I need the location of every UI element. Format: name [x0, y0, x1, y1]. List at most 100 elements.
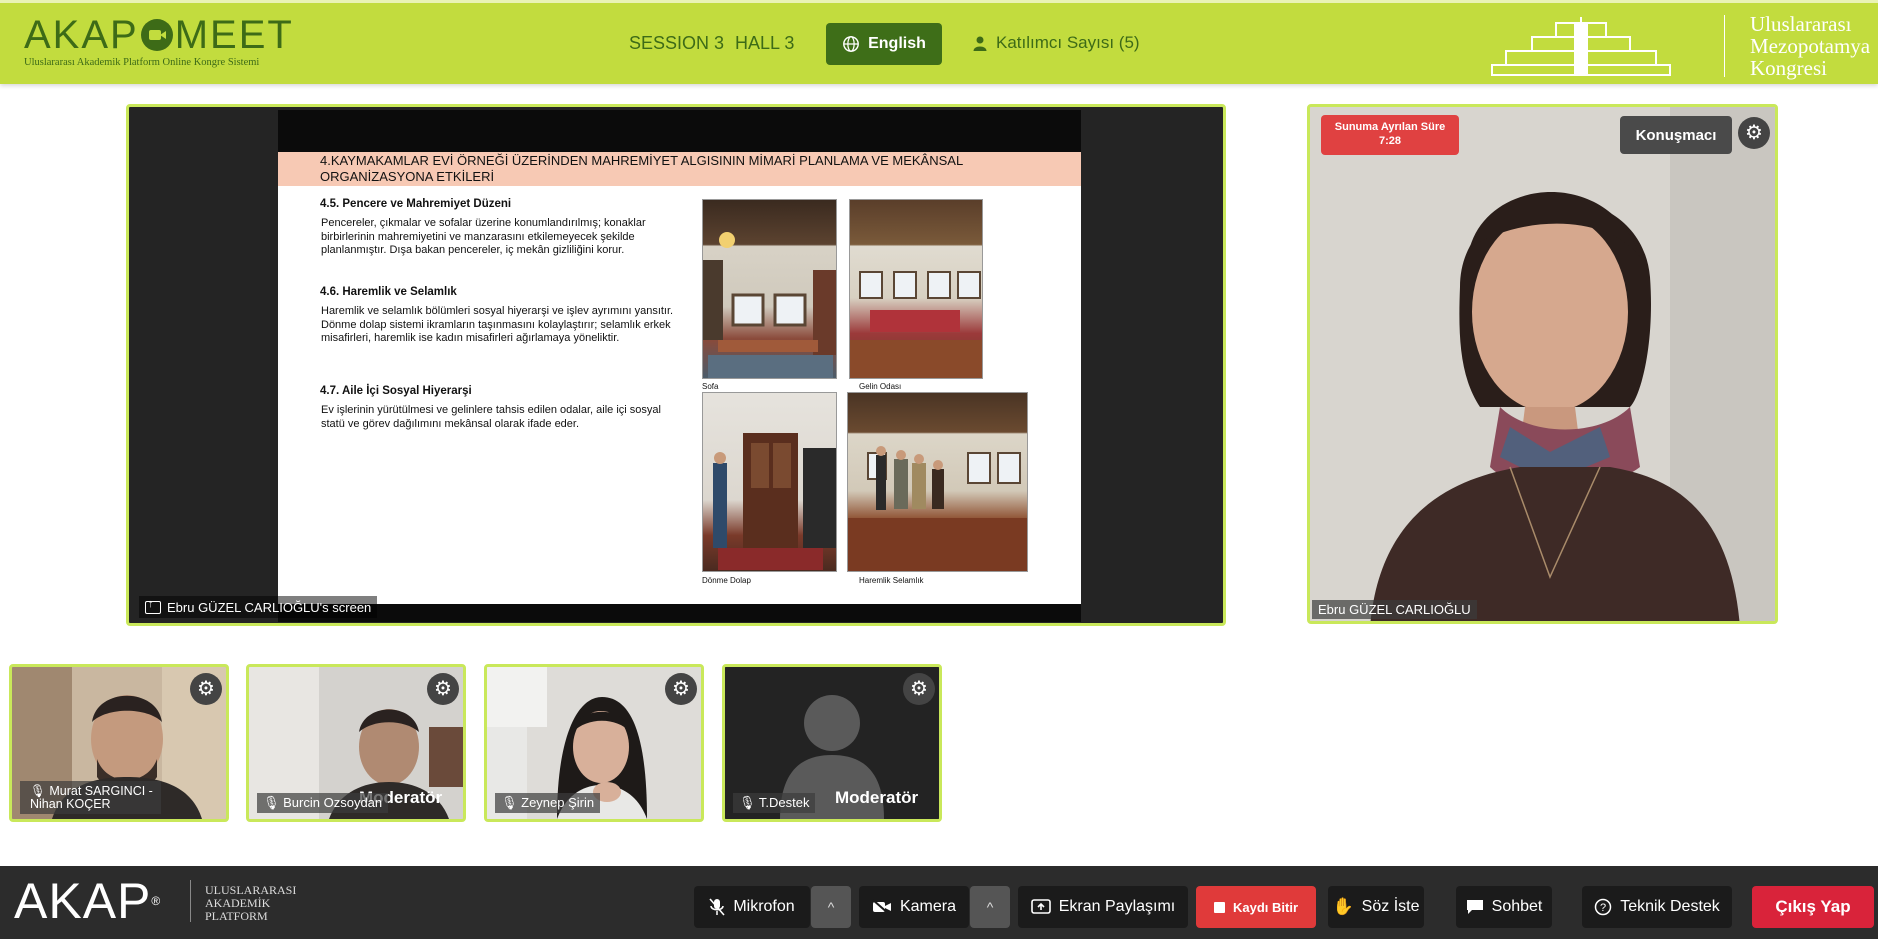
camera-logo-icon	[140, 19, 173, 51]
bottom-control-bar: AKAP® ULUSLARARASI AKADEMİK PLATFORM Mik…	[0, 866, 1878, 939]
stop-recording-button-label: Kaydı Bitir	[1232, 899, 1298, 915]
logo-left-text: AKAP	[24, 13, 139, 57]
camera-off-icon	[872, 899, 891, 915]
participant-tile[interactable]: ⚙ Moderatör 🎙 T.Destek	[722, 664, 942, 822]
gear-icon[interactable]: ⚙	[1738, 117, 1770, 149]
participant-tile[interactable]: ⚙ 🎙 Murat SARGINCI - Nihan KOÇER	[9, 664, 229, 822]
screen-share-panel[interactable]: 4.KAYMAKAMLAR EVİ ÖRNEĞİ ÜZERİNDEN MAHRE…	[126, 104, 1226, 626]
microphone-button-label: Mikrofon	[733, 898, 795, 915]
screen-share-button[interactable]: Ekran Paylaşımı	[1018, 886, 1188, 928]
slide-section-heading: 4.7. Aile İçi Sosyal Hiyerarşi	[320, 385, 472, 397]
mic-off-icon: 🎙	[739, 795, 756, 810]
stop-recording-button[interactable]: Kaydı Bitir	[1196, 886, 1316, 928]
screen-share-label: Ebru GÜZEL CARLIOĞLU's screen	[139, 596, 378, 618]
presentation-timer: Sunuma Ayrılan Süre 7:28	[1321, 115, 1459, 155]
participant-name-line1: Zeynep Şirin	[521, 795, 595, 810]
speaker-role-badge: Konuşmacı	[1620, 116, 1732, 154]
camera-button[interactable]: Kamera	[859, 886, 969, 928]
donme-dolap-image-icon	[713, 433, 836, 570]
screen-share-owner: Ebru GÜZEL CARLIOĞLU's screen	[167, 599, 372, 615]
slide-section-text: Ev işlerinin yürütülmesi ve gelinlere ta…	[321, 404, 661, 430]
photo-caption: Gelin Odası	[859, 382, 902, 391]
participant-name-tag: 🎙 Zeynep Şirin	[495, 793, 601, 813]
participant-name-line1: T.Destek	[758, 795, 810, 810]
participant-tile[interactable]: ⚙ 🎙 Zeynep Şirin	[484, 664, 704, 822]
timer-value: 7:28	[1378, 135, 1402, 147]
raise-hand-button[interactable]: ✋ Söz İste	[1328, 886, 1424, 928]
technical-support-button-label: Teknik Destek	[1620, 898, 1720, 915]
participant-count-label: Katılımcı Sayısı (5)	[996, 33, 1140, 52]
speaker-video-frame-icon	[1310, 107, 1775, 621]
chevron-up-icon: ^	[986, 899, 994, 915]
donme-dolap-photo	[702, 392, 837, 572]
session-label: SESSION 3	[629, 33, 725, 53]
chat-icon	[1466, 900, 1483, 914]
speaker-video[interactable]: Sunuma Ayrılan Süre 7:28 Konuşmacı ⚙ Ebr…	[1307, 104, 1778, 624]
help-icon: ?	[1594, 898, 1612, 916]
top-header: AKAP MEET Uluslararası Akademik Platform…	[0, 0, 1878, 84]
photo-caption: Sofa	[702, 382, 719, 391]
logo-subtitle: Uluslararası Akademik Platform Online Ko…	[24, 57, 260, 68]
gear-icon[interactable]: ⚙	[190, 673, 222, 705]
participant-tile[interactable]: ⚙ Moderatör 🎙 Burcin Ozsoydan	[246, 664, 466, 822]
akap-reg-mark: ®	[151, 894, 162, 908]
gelin-odasi-photo	[849, 199, 983, 379]
slide-section-text: Haremlik ve selamlık bölümleri sosyal hi…	[321, 305, 674, 344]
akap-divider	[190, 880, 191, 922]
microphone-options-button[interactable]: ^	[811, 886, 851, 928]
congress-line1: Uluslararası	[1750, 12, 1852, 36]
mic-off-icon	[709, 898, 725, 916]
akap-subtitle: ULUSLARARASI AKADEMİK PLATFORM	[205, 884, 296, 923]
speaker-name-tag: Ebru GÜZEL CARLIOĞLU	[1312, 600, 1477, 619]
slide-bottom-bar	[278, 604, 1081, 622]
participant-name-tag: 🎙 Burcin Ozsoydan	[257, 793, 389, 813]
presentation-slide: 4.KAYMAKAMLAR EVİ ÖRNEĞİ ÜZERİNDEN MAHRE…	[278, 110, 1081, 622]
camera-button-label: Kamera	[899, 898, 957, 915]
mic-off-icon: 🎙	[30, 784, 46, 798]
participant-count[interactable]: Katılımcı Sayısı (5)	[972, 33, 1140, 53]
participant-name-line1: Murat SARGINCI -	[49, 784, 153, 798]
participant-name-tag: 🎙 T.Destek	[733, 793, 816, 813]
sofa-photo	[702, 199, 837, 379]
exit-button-label: Çıkış Yap	[1775, 897, 1851, 916]
chat-button-label: Sohbet	[1491, 898, 1543, 915]
timer-label: Sunuma Ayrılan Süre	[1334, 121, 1446, 133]
congress-line3: Kongresi	[1750, 56, 1827, 80]
mic-off-icon: 🎙	[501, 795, 518, 810]
akap-sub-line3: PLATFORM	[205, 909, 268, 923]
congress-brand: Uluslararası Mezopotamya Kongresi	[1486, 11, 1878, 83]
photo-caption: Dönme Dolap	[702, 576, 751, 585]
camera-options-button[interactable]: ^	[970, 886, 1010, 928]
technical-support-button[interactable]: ? Teknik Destek	[1582, 886, 1732, 928]
sofa-image-icon	[703, 232, 836, 378]
screen-share-icon	[145, 598, 161, 614]
language-button[interactable]: English	[826, 23, 942, 65]
logo-right-text: MEET	[174, 13, 294, 57]
svg-text:?: ?	[1600, 902, 1606, 914]
gear-icon[interactable]: ⚙	[665, 673, 697, 705]
screen-share-button-label: Ekran Paylaşımı	[1058, 898, 1176, 915]
hand-icon: ✋	[1332, 897, 1354, 916]
slide-section-heading: 4.5. Pencere ve Mahremiyet Düzeni	[320, 198, 512, 210]
globe-icon	[843, 36, 860, 52]
gear-icon[interactable]: ⚙	[427, 673, 459, 705]
hall-label: HALL 3	[735, 33, 795, 53]
language-button-label: English	[868, 35, 926, 52]
exit-button[interactable]: Çıkış Yap	[1752, 886, 1874, 928]
participant-name-line2: Nihan KOÇER	[30, 797, 111, 811]
gelin-odasi-image-icon	[850, 271, 982, 378]
mic-off-icon: 🎙	[263, 795, 280, 810]
gear-icon[interactable]: ⚙	[903, 673, 935, 705]
haremlik-selamlik-image-icon	[848, 446, 1027, 571]
stop-icon	[1213, 901, 1225, 913]
participant-name-tag: 🎙 Murat SARGINCI - Nihan KOÇER	[20, 781, 161, 814]
microphone-button[interactable]: Mikrofon	[694, 886, 810, 928]
slide-section-heading: 4.6. Haremlik ve Selamlık	[320, 286, 457, 298]
moderator-label: Moderatör	[835, 788, 919, 807]
congress-line2: Mezopotamya	[1750, 34, 1871, 58]
ziggurat-logo-icon	[1491, 17, 1671, 76]
chat-button[interactable]: Sohbet	[1456, 886, 1552, 928]
slide-title: 4.KAYMAKAMLAR EVİ ÖRNEĞİ ÜZERİNDEN MAHRE…	[320, 153, 963, 184]
slide-section-text: Pencereler, çıkmalar ve sofalar üzerine …	[321, 217, 646, 256]
slide-top-bar	[278, 110, 1081, 152]
